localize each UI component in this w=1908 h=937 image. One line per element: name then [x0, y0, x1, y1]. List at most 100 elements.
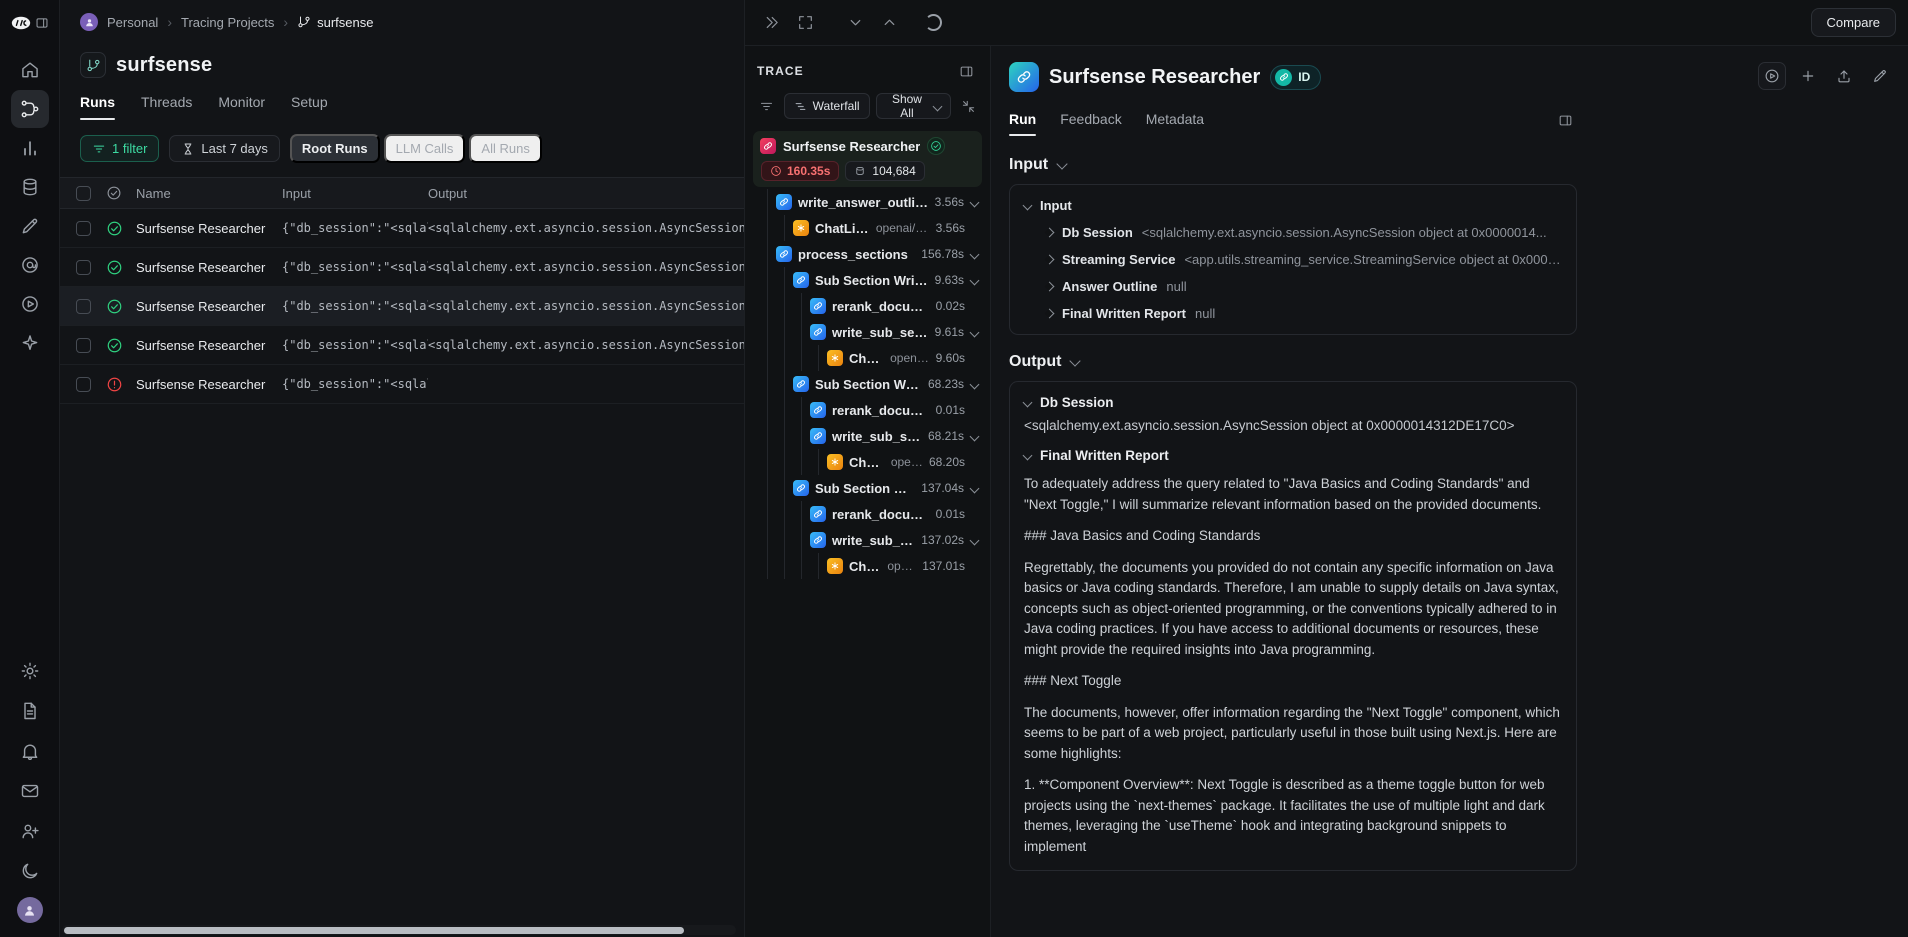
sidebar-item-notifications[interactable]	[11, 732, 49, 770]
detail-tab-metadata[interactable]: Metadata	[1146, 111, 1204, 136]
run-type-all-runs[interactable]: All Runs	[469, 134, 541, 163]
trace-filter-icon[interactable]	[755, 94, 778, 118]
open-in-playground-icon[interactable]	[1758, 62, 1786, 90]
tab-monitor[interactable]: Monitor	[218, 94, 265, 120]
app-logo[interactable]	[10, 12, 32, 34]
sidebar-item-datasets[interactable]	[11, 168, 49, 206]
row-checkbox[interactable]	[76, 377, 91, 392]
date-range-button[interactable]: Last 7 days	[169, 135, 280, 162]
run-name[interactable]: Surfsense Researcher	[136, 338, 282, 353]
sidebar-item-annotation[interactable]	[11, 207, 49, 245]
trace-node[interactable]: Chat...openai...9.60s	[749, 345, 986, 371]
run-name[interactable]: Surfsense Researcher	[136, 377, 282, 392]
chevron-down-icon[interactable]	[970, 535, 980, 545]
trace-node[interactable]: Chat...open...137.01s	[749, 553, 986, 579]
sidebar-item-invite[interactable]	[11, 812, 49, 850]
trace-node[interactable]: Chat...open...68.20s	[749, 449, 986, 475]
sidebar-collapse-icon[interactable]	[35, 16, 49, 30]
sidebar-item-tracing[interactable]	[11, 90, 49, 128]
trace-node[interactable]: write_sub_se...137.02s	[749, 527, 986, 553]
chevron-down-icon[interactable]	[970, 275, 980, 285]
chevron-down-icon[interactable]	[970, 379, 980, 389]
trace-node[interactable]: rerank_documents0.02s	[749, 293, 986, 319]
input-root-row[interactable]: Input	[1024, 198, 1562, 213]
breadcrumb-item[interactable]: Personal	[107, 15, 158, 30]
chevron-right-icon[interactable]	[1045, 228, 1055, 238]
output-db-session-row[interactable]: Db Session	[1024, 395, 1562, 410]
trace-node[interactable]: Sub Section Wri...137.04s	[749, 475, 986, 501]
sidebar-item-feedback[interactable]	[11, 772, 49, 810]
trace-node[interactable]: ChatLite...openai/gp...3.56s	[749, 215, 986, 241]
filter-count-button[interactable]: 1 filter	[80, 135, 159, 162]
table-row[interactable]: Surfsense Researcher{"db_session":"<sqla…	[60, 326, 744, 365]
input-field-row[interactable]: Streaming Service<app.utils.streaming_se…	[1024, 252, 1562, 267]
sidebar-item-dark-mode[interactable]	[11, 852, 49, 890]
add-to-dataset-icon[interactable]	[1794, 62, 1822, 90]
chevron-down-icon[interactable]	[970, 197, 980, 207]
sidebar-item-settings[interactable]	[11, 652, 49, 690]
column-name[interactable]: Name	[136, 186, 282, 201]
annotate-icon[interactable]	[1866, 62, 1894, 90]
input-field-row[interactable]: Db Session<sqlalchemy.ext.asyncio.sessio…	[1024, 225, 1562, 240]
sidebar-item-docs[interactable]	[11, 692, 49, 730]
breadcrumb-item[interactable]: surfsense	[297, 15, 373, 30]
trace-node[interactable]: Sub Section Writer9.63s	[749, 267, 986, 293]
run-type-root-runs[interactable]: Root Runs	[290, 134, 380, 163]
trace-node[interactable]: write_sub_sec...68.21s	[749, 423, 986, 449]
row-checkbox[interactable]	[76, 221, 91, 236]
table-row[interactable]: Surfsense Researcher{"db_session":"<sqla…	[60, 248, 744, 287]
run-id-badge[interactable]: ID	[1270, 65, 1321, 90]
input-section-header[interactable]: Input	[1009, 156, 1577, 174]
run-name[interactable]: Surfsense Researcher	[136, 299, 282, 314]
detail-panel-toggle-icon[interactable]	[1553, 108, 1577, 132]
row-checkbox[interactable]	[76, 260, 91, 275]
chevron-down-icon[interactable]	[970, 431, 980, 441]
trace-node[interactable]: process_sections156.78s	[749, 241, 986, 267]
row-checkbox[interactable]	[76, 338, 91, 353]
detail-tab-run[interactable]: Run	[1009, 111, 1036, 136]
output-section-header[interactable]: Output	[1009, 353, 1577, 371]
chevron-down-icon[interactable]	[970, 327, 980, 337]
trace-node[interactable]: write_answer_outline3.56s	[749, 189, 986, 215]
run-type-llm-calls[interactable]: LLM Calls	[384, 134, 466, 163]
sidebar-item-playground[interactable]	[11, 285, 49, 323]
collapse-tree-icon[interactable]	[957, 94, 980, 118]
horizontal-scrollbar[interactable]	[62, 925, 736, 935]
trace-node[interactable]: Sub Section Writer68.23s	[749, 371, 986, 397]
status-column-icon[interactable]	[106, 185, 136, 201]
chevron-right-icon[interactable]	[1045, 282, 1055, 292]
chevron-down-icon[interactable]	[970, 483, 980, 493]
waterfall-button[interactable]: Waterfall	[784, 93, 870, 119]
detail-tab-feedback[interactable]: Feedback	[1060, 111, 1121, 136]
compare-button[interactable]: Compare	[1811, 8, 1896, 37]
tab-setup[interactable]: Setup	[291, 94, 328, 120]
tab-threads[interactable]: Threads	[141, 94, 192, 120]
table-row[interactable]: Surfsense Researcher{"db_session":"<sqla…	[60, 287, 744, 326]
user-avatar[interactable]	[17, 897, 43, 923]
table-row[interactable]: Surfsense Researcher{"db_session":"<sqla…	[60, 365, 744, 404]
trace-node[interactable]: rerank_documents0.01s	[749, 501, 986, 527]
output-report-row[interactable]: Final Written Report	[1024, 448, 1562, 463]
trace-panel-toggle-icon[interactable]	[954, 59, 978, 83]
chevron-right-icon[interactable]	[1045, 309, 1055, 319]
sidebar-item-dashboards[interactable]	[11, 129, 49, 167]
chevron-right-icon[interactable]	[1045, 255, 1055, 265]
column-output[interactable]: Output	[428, 186, 744, 201]
input-field-row[interactable]: Final Written Reportnull	[1024, 306, 1562, 321]
breadcrumb-item[interactable]: Tracing Projects	[181, 15, 274, 30]
input-field-row[interactable]: Answer Outlinenull	[1024, 279, 1562, 294]
scrollbar-thumb[interactable]	[64, 927, 684, 934]
prev-run-icon[interactable]	[841, 9, 869, 37]
run-name[interactable]: Surfsense Researcher	[136, 260, 282, 275]
show-all-dropdown[interactable]: Show All	[876, 93, 952, 119]
workspace-avatar[interactable]	[80, 13, 98, 31]
sidebar-item-home[interactable]	[11, 51, 49, 89]
collapse-panel-icon[interactable]	[757, 9, 785, 37]
sidebar-item-prompts[interactable]	[11, 246, 49, 284]
trace-node[interactable]: rerank_documents0.01s	[749, 397, 986, 423]
chevron-down-icon[interactable]	[970, 249, 980, 259]
fullscreen-icon[interactable]	[791, 9, 819, 37]
next-run-icon[interactable]	[875, 9, 903, 37]
column-input[interactable]: Input	[282, 186, 428, 201]
run-name[interactable]: Surfsense Researcher	[136, 221, 282, 236]
